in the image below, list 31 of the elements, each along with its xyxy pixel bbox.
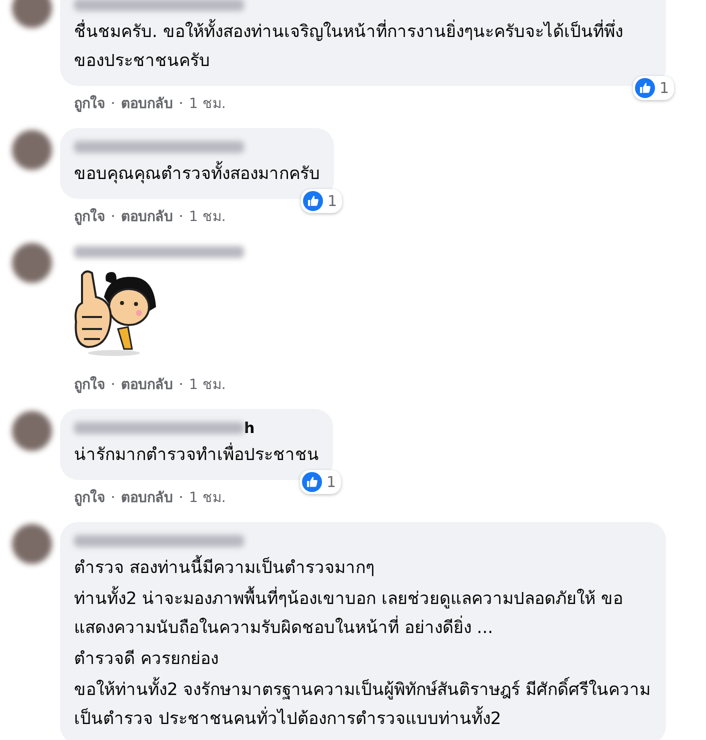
comment-text: ตำรวจดี ควรยกย่อง bbox=[74, 648, 220, 671]
reaction-badge[interactable]: 1 bbox=[300, 470, 341, 494]
action-link[interactable]: ถูกใจ bbox=[74, 373, 105, 395]
thumbs-up-icon bbox=[635, 78, 656, 98]
comment-text: ชื่นชมครับ. ขอให้ทั้งสองท่านเจริญในหน้าที่การงานยิ่งๆนะครับจะได้เป็นที่พึ่งของประชาชนครับ bbox=[74, 18, 652, 76]
comment-text: ขอให้ท่านทั้ง2 จงรักษามาตรฐานความเป็นผู้พิทักษ์สันติราษฎร์ มีศักดิ์ศรีในความเป็นตำรวจ ประชาชนคนทั่วไปต้องการตำรวจแบบท่านทั้ง2 bbox=[74, 676, 652, 734]
action-link[interactable]: ตอบกลับ bbox=[121, 92, 173, 114]
action-link[interactable]: ตอบกลับ bbox=[121, 373, 173, 395]
timestamp: 1 ชม. bbox=[189, 95, 226, 114]
comment-text: ท่านทั้ง2 น่าจะมองภาพพื้นที่ๆน้องเขาบอก เลยช่วยดูแลความปลอดภัยให้ ขอแสดงความนับถือในความรับผิดชอบในหน้าที่ อย่างดียิ่ง ... bbox=[74, 585, 652, 643]
reaction-badge[interactable]: 1 bbox=[633, 76, 674, 100]
timestamp: 1 ชม. bbox=[189, 208, 226, 227]
avatar-placeholder[interactable] bbox=[12, 243, 52, 283]
thumbs-up-icon bbox=[303, 191, 324, 211]
commenter-name[interactable]: h bbox=[244, 419, 255, 437]
avatar-placeholder[interactable] bbox=[12, 524, 52, 564]
timestamp: 1 ชม. bbox=[189, 489, 226, 508]
action-link[interactable]: ถูกใจ bbox=[74, 486, 105, 508]
avatar-placeholder[interactable] bbox=[12, 130, 52, 170]
comment-text: ตำรวจ สองท่านนี้มีความเป็นตำรวจมากๆ bbox=[74, 554, 652, 583]
action-link[interactable]: ตอบกลับ bbox=[121, 486, 173, 508]
action-link[interactable]: ถูกใจ bbox=[74, 92, 105, 114]
avatar-placeholder[interactable] bbox=[12, 411, 52, 451]
action-link[interactable]: ถูกใจ bbox=[74, 205, 105, 227]
timestamp: 1 ชม. bbox=[189, 376, 226, 395]
reaction-badge[interactable]: 1 bbox=[301, 189, 342, 213]
thumbs-up-icon bbox=[302, 472, 322, 492]
comment-text: น่ารักมากตำรวจทำเพื่อประชาชน bbox=[74, 441, 319, 470]
avatar-placeholder[interactable] bbox=[12, 0, 52, 28]
comment-text: ขอบคุณคุณตำรวจทั้งสองมากครับ bbox=[74, 160, 320, 189]
action-link[interactable]: ตอบกลับ bbox=[121, 205, 173, 227]
